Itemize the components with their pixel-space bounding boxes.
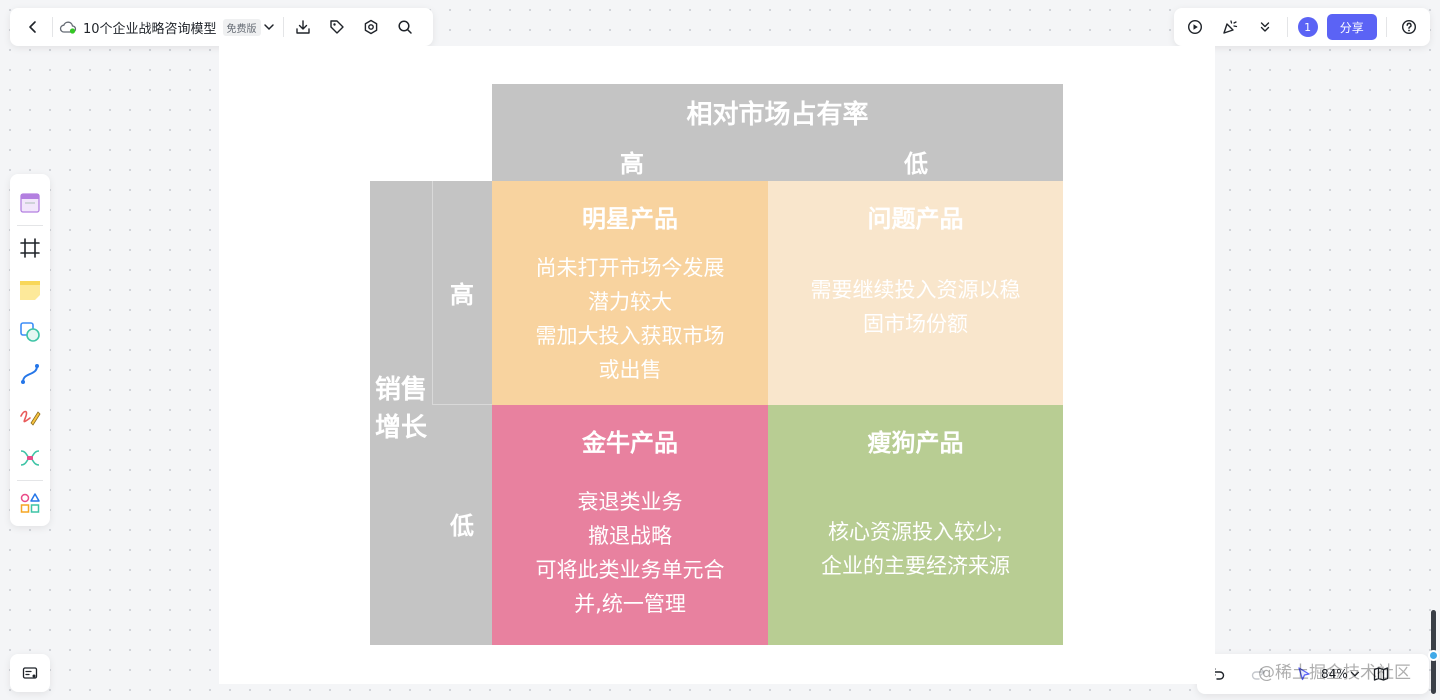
divider bbox=[17, 225, 43, 226]
quadrant-description: 核心资源投入较少; 企业的主要经济来源 bbox=[768, 515, 1063, 583]
sales-growth-header: 销售 增长 高 低 bbox=[370, 181, 492, 645]
tag-icon[interactable] bbox=[324, 14, 350, 40]
connector-line-icon[interactable] bbox=[15, 359, 45, 389]
divider bbox=[1385, 17, 1387, 37]
description-line: 固市场份额 bbox=[863, 312, 968, 336]
divider bbox=[1287, 17, 1289, 37]
cash-cow-product-quadrant[interactable]: 金牛产品 衰退类业务 撤退战略 可将此类业务单元合 并,统一管理 bbox=[492, 405, 768, 645]
play-icon[interactable] bbox=[1182, 14, 1208, 40]
redo-icon[interactable] bbox=[1245, 661, 1271, 687]
divider bbox=[52, 17, 53, 37]
bcg-matrix[interactable]: 相对市场占有率 高 低 销售 增长 高 低 明星产品 尚未打开市场今发展 潜力较… bbox=[370, 84, 1063, 645]
pen-icon[interactable] bbox=[15, 401, 45, 431]
description-line: 需要继续投入资源以稳 bbox=[810, 278, 1021, 302]
description-line: 并,统一管理 bbox=[574, 592, 686, 616]
quadrant-title: 问题产品 bbox=[867, 205, 964, 233]
top-right-toolbar: 1 分享 bbox=[1174, 8, 1430, 46]
more-shapes-icon[interactable] bbox=[15, 488, 45, 518]
document-title[interactable]: 10个企业战略咨询模型 bbox=[83, 18, 217, 37]
plan-badge: 免费版 bbox=[222, 18, 261, 36]
description-line: 或出售 bbox=[598, 358, 662, 382]
back-icon[interactable] bbox=[20, 14, 46, 40]
description-line: 可将此类业务单元合 bbox=[535, 558, 725, 582]
description-line: 潜力较大 bbox=[588, 290, 672, 314]
settings-icon[interactable] bbox=[358, 14, 384, 40]
description-line: 企业的主要经济来源 bbox=[821, 554, 1010, 578]
description-line: 撤退战略 bbox=[588, 524, 672, 548]
sticky-note-icon[interactable] bbox=[15, 275, 45, 305]
zoom-chevron-down-icon[interactable] bbox=[1348, 661, 1362, 687]
market-share-title: 相对市场占有率 bbox=[686, 100, 869, 130]
template-icon[interactable] bbox=[15, 188, 45, 218]
double-chevron-down-icon[interactable] bbox=[1252, 14, 1278, 40]
sales-growth-high-label: 高 bbox=[450, 281, 474, 309]
sales-growth-axis-label: 销售 增长 bbox=[370, 371, 432, 447]
market-share-high-label: 高 bbox=[620, 150, 644, 178]
axis-label-line: 销售 bbox=[374, 375, 427, 405]
collaborator-count-badge[interactable]: 1 bbox=[1297, 17, 1318, 37]
description-line: 核心资源投入较少; bbox=[827, 520, 1004, 544]
description-line: 衰退类业务 bbox=[577, 490, 683, 514]
bottom-right-controls: 84% bbox=[1197, 654, 1429, 694]
select-cursor-icon[interactable] bbox=[1291, 661, 1317, 687]
quadrant-title: 明星产品 bbox=[582, 205, 678, 233]
help-icon[interactable] bbox=[1396, 14, 1422, 40]
cloud-saved-icon bbox=[59, 20, 77, 34]
shape-icon[interactable] bbox=[15, 317, 45, 347]
top-left-toolbar: 10个企业战略咨询模型 免费版 bbox=[10, 8, 433, 46]
description-line: 需加大投入获取市场 bbox=[535, 324, 725, 348]
quadrant-description: 衰退类业务 撤退战略 可将此类业务单元合 并,统一管理 bbox=[492, 485, 768, 621]
quadrant-description: 尚未打开市场今发展 潜力较大 需加大投入获取市场 或出售 bbox=[492, 251, 768, 387]
quadrant-title: 瘦狗产品 bbox=[867, 429, 964, 457]
left-toolbar bbox=[10, 174, 50, 526]
mindmap-icon[interactable] bbox=[15, 443, 45, 473]
frame-icon[interactable] bbox=[15, 233, 45, 263]
quadrant-title: 金牛产品 bbox=[582, 429, 678, 457]
celebrate-icon[interactable] bbox=[1217, 14, 1243, 40]
card-view-icon[interactable] bbox=[17, 660, 43, 686]
download-icon[interactable] bbox=[290, 14, 316, 40]
star-product-quadrant[interactable]: 明星产品 尚未打开市场今发展 潜力较大 需加大投入获取市场 或出售 bbox=[492, 181, 768, 405]
description-line: 尚未打开市场今发展 bbox=[535, 256, 725, 280]
axis-label-line: 增长 bbox=[374, 413, 427, 443]
market-share-low-label: 低 bbox=[904, 150, 928, 178]
divider bbox=[17, 480, 43, 481]
bottom-left-panel bbox=[10, 654, 50, 692]
zoom-slider-handle[interactable] bbox=[1428, 650, 1439, 661]
divider bbox=[282, 17, 284, 37]
share-button[interactable]: 分享 bbox=[1326, 14, 1377, 40]
market-share-header: 相对市场占有率 高 低 bbox=[492, 84, 1063, 181]
dog-product-quadrant[interactable]: 瘦狗产品 核心资源投入较少; 企业的主要经济来源 bbox=[768, 405, 1063, 645]
question-product-quadrant[interactable]: 问题产品 需要继续投入资源以稳 固市场份额 bbox=[768, 181, 1063, 405]
search-icon[interactable] bbox=[392, 14, 418, 40]
map-icon[interactable] bbox=[1368, 661, 1394, 687]
zoom-level[interactable]: 84% bbox=[1321, 667, 1348, 681]
sales-growth-low-label: 低 bbox=[450, 512, 474, 540]
quadrant-description: 需要继续投入资源以稳 固市场份额 bbox=[768, 273, 1063, 341]
chevron-down-icon[interactable] bbox=[261, 14, 277, 40]
